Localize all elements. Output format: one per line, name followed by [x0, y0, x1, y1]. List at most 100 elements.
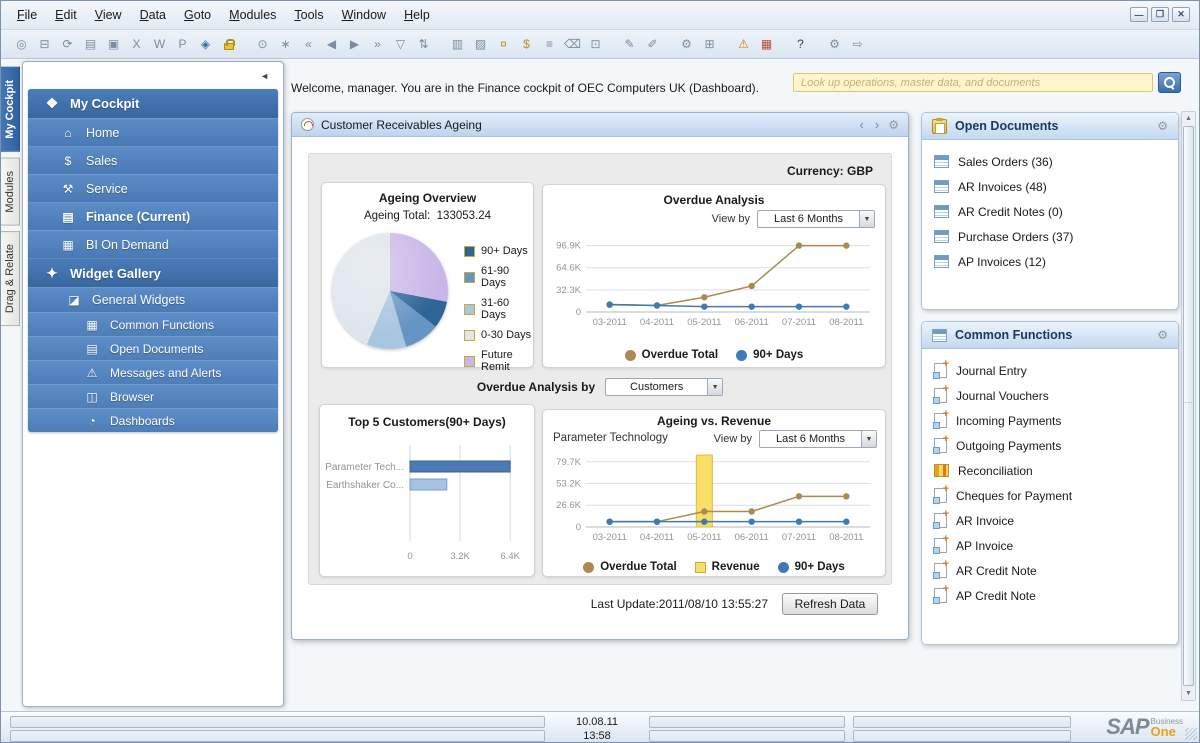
scroll-up-icon[interactable]: ▲ [1182, 112, 1195, 125]
scrollbar-thumb[interactable]: ⋯ [1183, 126, 1194, 686]
menu-tools[interactable]: Tools [294, 8, 323, 22]
export-excel-icon[interactable]: X [126, 34, 147, 54]
common-fn-outgoing-payments[interactable]: Outgoing Payments [934, 433, 1178, 458]
side-tab-drag-relate[interactable]: Drag & Relate [1, 231, 20, 326]
refresh-data-button[interactable]: Refresh Data [782, 593, 878, 615]
common-fn-journal-entry[interactable]: Journal Entry [934, 358, 1178, 383]
open-doc-ar-credit-notes-0[interactable]: AR Credit Notes (0) [934, 199, 1178, 224]
menu-help[interactable]: Help [404, 8, 430, 22]
help-icon[interactable]: ? [790, 34, 811, 54]
cheque-icon[interactable]: $ [516, 34, 537, 54]
filter-icon[interactable]: ▽ [390, 34, 411, 54]
sidebar-item-bi-on-demand[interactable]: ▦BI On Demand [28, 230, 278, 258]
resize-grip[interactable] [1185, 728, 1197, 740]
common-fn-reconciliation[interactable]: Reconciliation [934, 458, 1178, 483]
remove-icon[interactable]: ⌫ [562, 34, 583, 54]
update-icon[interactable]: ⟳ [57, 34, 78, 54]
widget-settings-icon[interactable]: ⚙ [888, 118, 899, 132]
widget-prev-button[interactable]: ‹ [858, 117, 866, 132]
side-tab-modules[interactable]: Modules [1, 158, 20, 226]
menu-modules[interactable]: Modules [229, 8, 276, 22]
sidebar-item-home[interactable]: ⌂Home [28, 118, 278, 146]
side-tab-my-cockpit[interactable]: My Cockpit [1, 67, 20, 152]
sidebar-item-common-functions[interactable]: ▦Common Functions [28, 312, 278, 336]
menu-edit[interactable]: Edit [55, 8, 77, 22]
chevron-down-icon[interactable]: ▼ [861, 431, 876, 447]
journal-entry-icon[interactable]: ▥ [447, 34, 468, 54]
sidebar-item-my-cockpit[interactable]: ❖My Cockpit [28, 89, 278, 118]
scroll-down-icon[interactable]: ▼ [1182, 687, 1195, 700]
open-doc-ap-invoices-12[interactable]: AP Invoices (12) [934, 249, 1178, 274]
open-doc-sales-orders-36[interactable]: Sales Orders (36) [934, 149, 1178, 174]
sidebar-item-open-documents[interactable]: ▤Open Documents [28, 336, 278, 360]
panel-settings-icon[interactable]: ⚙ [1157, 328, 1168, 342]
search-document-icon[interactable]: ⊡ [585, 34, 606, 54]
lock-icon[interactable] [218, 34, 239, 54]
common-fn-ar-credit-note[interactable]: AR Credit Note [934, 558, 1178, 583]
sidebar-item-general-widgets[interactable]: ◪General Widgets [28, 287, 278, 312]
next-record-icon[interactable]: ▶ [344, 34, 365, 54]
document-settings-icon[interactable]: ⚙ [676, 34, 697, 54]
close-button[interactable]: ✕ [1172, 7, 1190, 22]
vertical-scrollbar[interactable]: ▲ ⋯ ▼ [1181, 111, 1196, 701]
menu-data[interactable]: Data [140, 8, 166, 22]
copy-pages-icon[interactable]: ≡ [539, 34, 560, 54]
chevron-down-icon[interactable]: ▼ [859, 211, 874, 227]
sidebar-item-finance-current[interactable]: ▤Finance (Current) [28, 202, 278, 230]
coins-icon[interactable]: ¤ [493, 34, 514, 54]
common-fn-ar-invoice[interactable]: AR Invoice [934, 508, 1178, 533]
top5-customers-chart[interactable]: 03.2K6.4KParameter Tech...Earthshaker Co… [324, 437, 530, 569]
export-pdf-icon[interactable]: P [172, 34, 193, 54]
sort-icon[interactable]: ⇅ [413, 34, 434, 54]
open-doc-purchase-orders-37[interactable]: Purchase Orders (37) [934, 224, 1178, 249]
sidebar-collapse-button[interactable]: ◄ [260, 71, 269, 81]
minimize-button[interactable]: — [1130, 7, 1148, 22]
overdue-analysis-chart[interactable]: 032.3K64.6K96.9K03-201104-201105-201106-… [546, 232, 882, 330]
menu-view[interactable]: View [95, 8, 122, 22]
common-fn-ap-credit-note[interactable]: AP Credit Note [934, 583, 1178, 608]
search-button[interactable] [1158, 72, 1181, 93]
menu-window[interactable]: Window [342, 8, 386, 22]
add-record-icon[interactable]: ∗ [275, 34, 296, 54]
previous-record-icon[interactable]: ◀ [321, 34, 342, 54]
sidebar-item-sales[interactable]: $Sales [28, 146, 278, 174]
first-record-icon[interactable]: « [298, 34, 319, 54]
duplicate-icon[interactable]: ▣ [103, 34, 124, 54]
ageing-vs-revenue-chart[interactable]: 026.6K53.2K79.7K03-201104-201105-201106-… [546, 451, 882, 545]
menu-file[interactable]: File [17, 8, 37, 22]
sidebar-item-browser[interactable]: ◫Browser [28, 384, 278, 408]
overdue-view-by-dropdown[interactable]: Last 6 Months ▼ [757, 210, 875, 228]
print-preview-icon[interactable]: ◎ [11, 34, 32, 54]
search-input[interactable] [793, 73, 1153, 92]
document-icon[interactable]: ▤ [80, 34, 101, 54]
sidebar-item-dashboards[interactable]: ◔Dashboards [28, 408, 278, 432]
restore-button[interactable]: ❐ [1151, 7, 1169, 22]
table-settings-icon[interactable]: ⚙ [824, 34, 845, 54]
alerts-clipboard-icon[interactable]: ▦ [756, 34, 777, 54]
sidebar-item-widget-gallery[interactable]: ✦Widget Gallery [28, 258, 278, 287]
chevron-down-icon[interactable]: ▼ [707, 379, 722, 395]
navigate-icon[interactable]: ◈ [195, 34, 216, 54]
last-record-icon[interactable]: » [367, 34, 388, 54]
table-export-icon[interactable]: ⇨ [847, 34, 868, 54]
common-fn-ap-invoice[interactable]: AP Invoice [934, 533, 1178, 558]
edit-icon[interactable]: ✎ [619, 34, 640, 54]
sidebar-item-messages-and-alerts[interactable]: ⚠Messages and Alerts [28, 360, 278, 384]
draw-icon[interactable]: ✐ [642, 34, 663, 54]
open-doc-ar-invoices-48[interactable]: AR Invoices (48) [934, 174, 1178, 199]
query-table-icon[interactable]: ⊞ [699, 34, 720, 54]
ageing-pie-chart[interactable] [332, 233, 448, 349]
avr-view-by-dropdown[interactable]: Last 6 Months ▼ [759, 430, 877, 448]
menu-goto[interactable]: Goto [184, 8, 211, 22]
overdue-by-dropdown[interactable]: Customers ▼ [605, 378, 723, 396]
find-icon[interactable]: ⊙ [252, 34, 273, 54]
widget-next-button[interactable]: › [873, 117, 881, 132]
export-word-icon[interactable]: W [149, 34, 170, 54]
panel-settings-icon[interactable]: ⚙ [1157, 119, 1168, 133]
common-fn-cheques-for-payment[interactable]: Cheques for Payment [934, 483, 1178, 508]
common-fn-incoming-payments[interactable]: Incoming Payments [934, 408, 1178, 433]
warning-icon[interactable]: ⚠ [733, 34, 754, 54]
document-send-icon[interactable]: ▨ [470, 34, 491, 54]
sidebar-item-service[interactable]: ⚒Service [28, 174, 278, 202]
print-icon[interactable]: ⊟ [34, 34, 55, 54]
